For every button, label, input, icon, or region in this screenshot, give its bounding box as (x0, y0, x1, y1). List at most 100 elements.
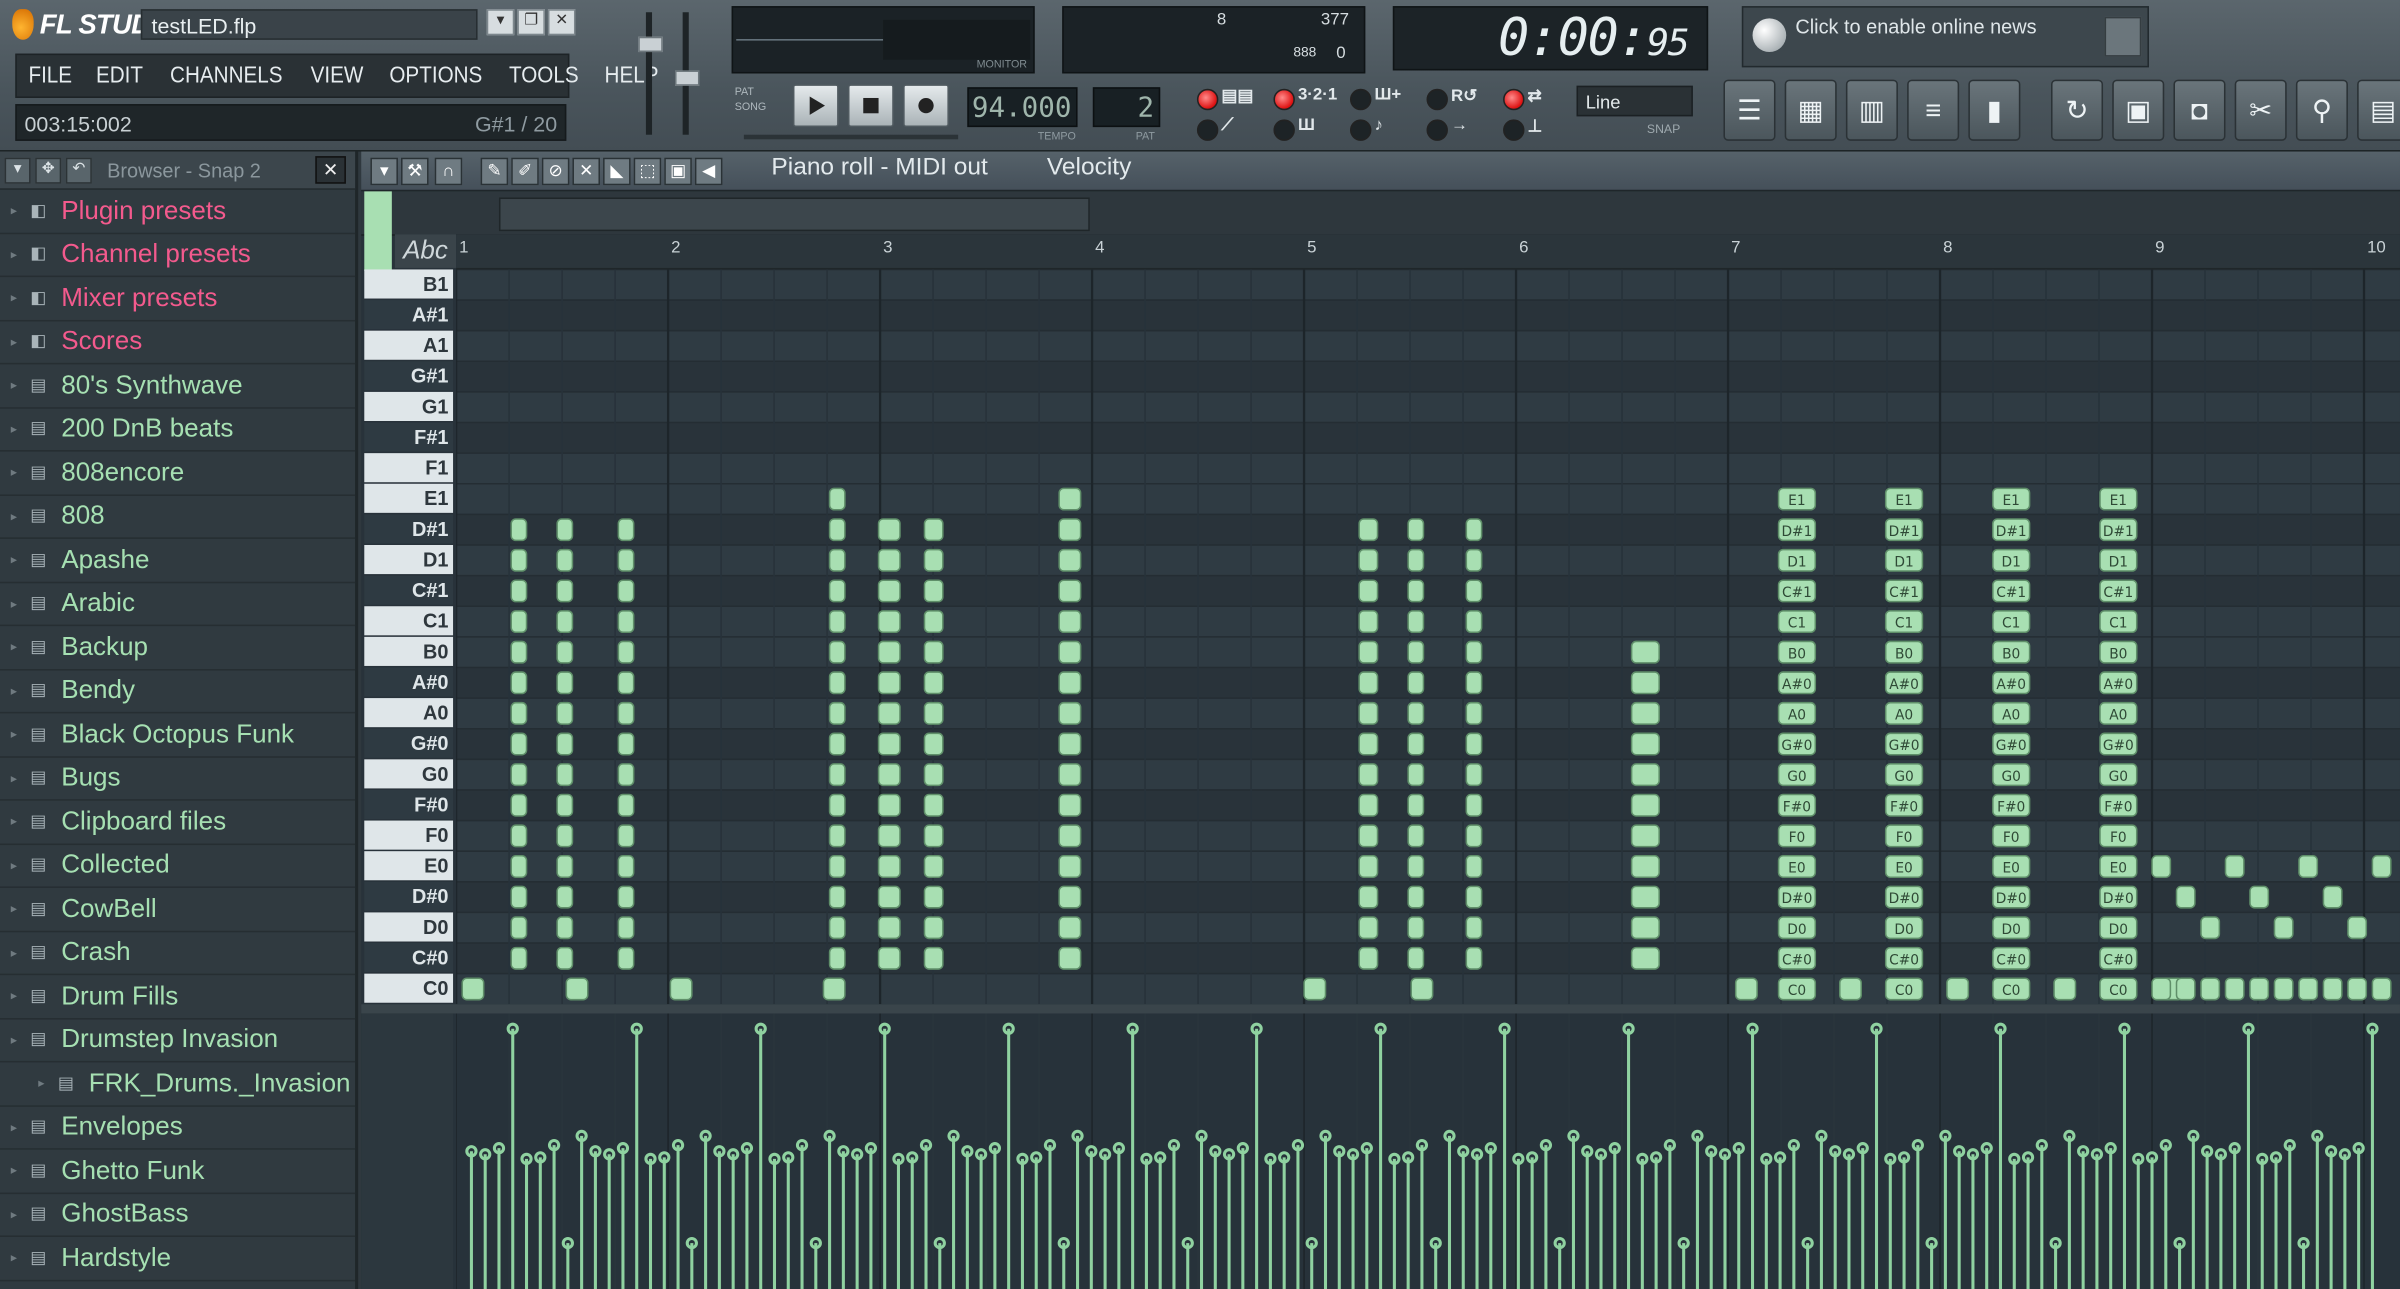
midi-note[interactable] (877, 793, 901, 817)
midi-note[interactable] (1058, 579, 1082, 603)
restore-icon[interactable]: ❐ (517, 9, 545, 36)
midi-note[interactable] (2249, 977, 2270, 1001)
midi-note[interactable] (1465, 732, 1483, 756)
midi-note[interactable] (1058, 548, 1082, 572)
zoom-icon[interactable]: ▣ (664, 157, 692, 186)
undo-icon[interactable]: ↻ (2051, 79, 2104, 141)
midi-note[interactable] (510, 793, 528, 817)
pat-song-switch[interactable]: PAT SONG (735, 86, 767, 117)
download-icon[interactable] (2104, 16, 2142, 57)
midi-note[interactable] (2347, 977, 2368, 1001)
midi-note[interactable] (1358, 855, 1379, 878)
midi-note[interactable] (2298, 977, 2319, 1001)
browser-item[interactable]: ▸ ◧ Scores (0, 321, 356, 365)
browser-item[interactable]: ▸ ▤ Envelopes (0, 1106, 356, 1150)
midi-note[interactable] (1410, 977, 1434, 1001)
scroll-led[interactable] (1426, 119, 1448, 141)
midi-note[interactable] (828, 916, 846, 940)
midi-note[interactable] (828, 518, 846, 542)
delete-icon[interactable]: ⊘ (541, 157, 570, 186)
midi-note[interactable] (923, 916, 944, 940)
browser-item[interactable]: ▸ ▤ GhostBass (0, 1193, 356, 1237)
midi-note[interactable] (617, 946, 635, 970)
save-icon[interactable]: ▣ (2112, 79, 2165, 141)
midi-note[interactable] (828, 640, 846, 664)
expand-arrow-icon[interactable]: ▸ (0, 728, 28, 742)
expand-arrow-icon[interactable]: ▸ (0, 379, 28, 393)
midi-note[interactable] (510, 610, 528, 634)
master-volume-fader[interactable] (645, 12, 653, 135)
menu-file[interactable]: FILE (20, 55, 80, 96)
midi-note[interactable] (1407, 610, 1425, 634)
midi-note[interactable] (1058, 855, 1082, 878)
midi-note[interactable] (1465, 610, 1483, 634)
piano-key[interactable]: C1 (364, 606, 454, 636)
expand-arrow-icon[interactable]: ▸ (0, 553, 28, 567)
midi-note[interactable] (510, 763, 528, 787)
midi-note[interactable] (923, 701, 944, 725)
countdown-led[interactable] (1273, 88, 1295, 111)
midi-note[interactable] (510, 671, 528, 695)
browser-item[interactable]: ▸ ▤ Collected (0, 844, 356, 888)
midi-note[interactable] (510, 640, 528, 664)
midi-note[interactable] (617, 916, 635, 940)
velocity-stems[interactable] (456, 1013, 2400, 1289)
expand-arrow-icon[interactable]: ▸ (0, 422, 28, 436)
position-slider[interactable] (743, 134, 959, 140)
midi-note[interactable] (1058, 610, 1082, 634)
midi-note[interactable] (923, 640, 944, 664)
midi-note[interactable] (877, 579, 901, 603)
midi-note[interactable] (828, 855, 846, 878)
midi-note[interactable] (923, 763, 944, 787)
expand-arrow-icon[interactable]: ▸ (0, 946, 28, 960)
midi-note[interactable] (877, 640, 901, 664)
close-icon[interactable]: ✕ (547, 9, 576, 36)
midi-note[interactable] (617, 640, 635, 664)
blend-led[interactable] (1503, 88, 1525, 111)
tempo-display[interactable]: 94.000 (967, 87, 1078, 128)
midi-note[interactable] (1058, 916, 1082, 940)
midi-note[interactable] (1407, 701, 1425, 725)
midi-note[interactable] (617, 885, 635, 909)
expand-arrow-icon[interactable]: ▸ (0, 1251, 28, 1265)
midi-note[interactable] (617, 701, 635, 725)
menu-icon[interactable]: ▾ (370, 157, 398, 186)
midi-note[interactable] (1358, 916, 1379, 940)
event-target[interactable]: Velocity (1047, 155, 1131, 183)
note-led[interactable] (1349, 119, 1372, 141)
midi-note[interactable] (1465, 640, 1483, 664)
midi-note[interactable] (828, 579, 846, 603)
play-button[interactable] (792, 84, 839, 128)
midi-note[interactable] (556, 793, 574, 817)
midi-note[interactable] (1358, 946, 1379, 970)
midi-note[interactable] (1465, 916, 1483, 940)
piano-key[interactable]: A#0 (364, 667, 454, 697)
midi-note[interactable] (617, 548, 635, 572)
midi-note[interactable] (1058, 640, 1082, 664)
midi-note[interactable] (877, 916, 901, 940)
midi-note[interactable] (1465, 518, 1483, 542)
pencil-icon[interactable]: ✎ (480, 157, 509, 186)
midi-note[interactable] (1465, 579, 1483, 603)
typing-keyboard-led[interactable] (1196, 88, 1219, 111)
midi-note[interactable] (556, 855, 574, 878)
expand-arrow-icon[interactable]: ▸ (0, 1033, 28, 1047)
timeline-ruler[interactable]: 1 2 3 4 5 6 7 8 9 10 (456, 234, 2400, 270)
piano-key[interactable]: D#0 (364, 881, 454, 911)
browser-item[interactable]: ▸ ▤ 808encore (0, 452, 356, 496)
midi-note[interactable] (556, 916, 574, 940)
playlist-icon[interactable]: ☰ (1723, 79, 1776, 141)
midi-note[interactable] (1358, 732, 1379, 756)
midi-note[interactable] (1358, 701, 1379, 725)
dropdown-icon[interactable]: ▾ (486, 9, 515, 36)
metronome-led[interactable] (1196, 119, 1219, 141)
midi-note[interactable] (556, 763, 574, 787)
step-edit-led[interactable] (1349, 88, 1372, 111)
midi-note[interactable] (1407, 732, 1425, 756)
midi-note[interactable] (877, 732, 901, 756)
midi-note[interactable] (1407, 640, 1425, 664)
midi-note[interactable] (556, 701, 574, 725)
piano-key[interactable]: D#1 (364, 514, 454, 544)
midi-note[interactable] (828, 610, 846, 634)
browser-item[interactable]: ▸ ▤ Hardstyle (0, 1237, 356, 1281)
